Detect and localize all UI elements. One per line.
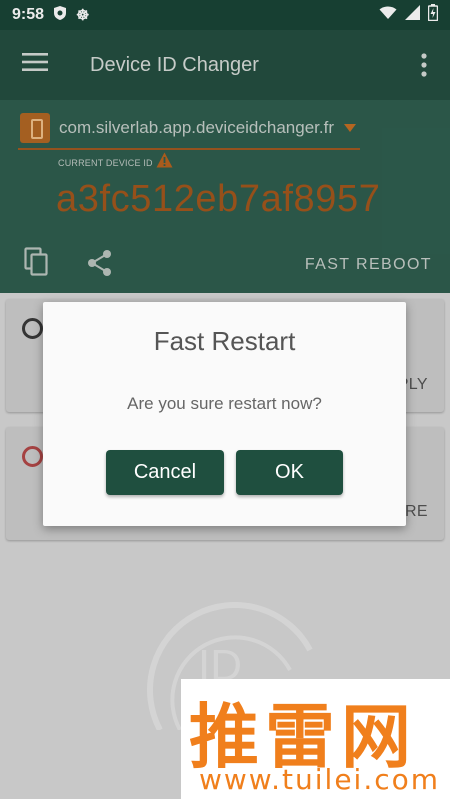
watermark-url: www.tuilei.com xyxy=(199,763,441,796)
app-bar: Device ID Changer xyxy=(0,30,450,100)
screen: 9:58 ☸ Device ID Changer com.silverlab.a… xyxy=(0,0,450,799)
overflow-icon[interactable] xyxy=(420,52,428,78)
share-icon[interactable] xyxy=(87,249,113,277)
notification-app-icon: ☸ xyxy=(76,7,90,24)
shield-status-icon xyxy=(52,5,68,26)
battery-icon xyxy=(427,4,439,26)
warning-icon[interactable] xyxy=(156,152,173,168)
app-title: Device ID Changer xyxy=(90,54,259,76)
status-bar: 9:58 ☸ xyxy=(0,0,450,30)
package-icon xyxy=(20,113,50,143)
ok-button[interactable]: OK xyxy=(236,450,343,495)
card-action-button[interactable]: RE xyxy=(405,503,428,521)
package-selector[interactable]: com.silverlab.app.deviceidchanger.fr xyxy=(18,110,360,150)
radio-button[interactable] xyxy=(22,446,43,467)
current-device-id-label: CURRENT DEVICE ID xyxy=(58,158,153,168)
signal-icon xyxy=(405,5,420,25)
dialog-title: Fast Restart xyxy=(153,326,296,356)
status-time: 9:58 xyxy=(12,6,45,23)
device-id-header: com.silverlab.app.deviceidchanger.fr CUR… xyxy=(0,100,450,293)
wifi-icon xyxy=(379,6,397,25)
fast-reboot-button[interactable]: FAST REBOOT xyxy=(305,256,432,274)
copy-icon[interactable] xyxy=(24,247,50,277)
fast-restart-dialog: Fast Restart Are you sure restart now? C… xyxy=(43,302,406,526)
cancel-button[interactable]: Cancel xyxy=(106,450,224,495)
package-name: com.silverlab.app.deviceidchanger.fr xyxy=(59,118,334,137)
radio-button[interactable] xyxy=(22,318,43,339)
watermark: 推雷网 www.tuilei.com xyxy=(181,679,450,799)
device-id-value[interactable]: a3fc512eb7af8957 xyxy=(56,178,380,221)
dialog-message: Are you sure restart now? xyxy=(127,394,322,413)
dropdown-arrow-icon[interactable] xyxy=(344,124,356,132)
menu-icon[interactable] xyxy=(22,52,48,72)
